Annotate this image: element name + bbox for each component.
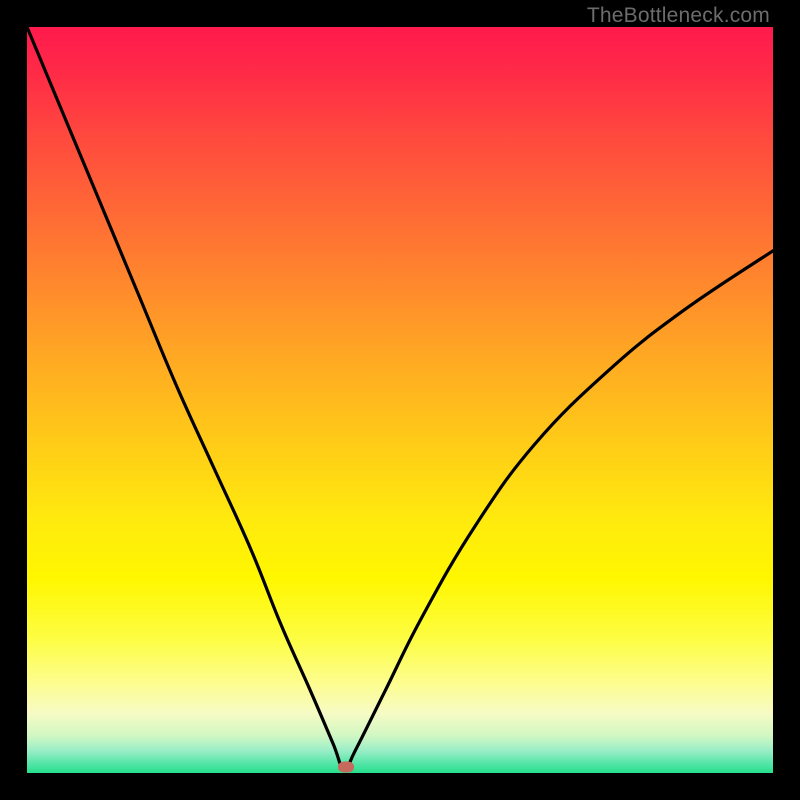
plot-area	[27, 27, 773, 773]
watermark-text: TheBottleneck.com	[587, 4, 770, 28]
bottleneck-curve	[27, 27, 773, 770]
chart-frame: TheBottleneck.com	[0, 0, 800, 800]
curve-layer	[27, 27, 773, 773]
min-point-marker	[338, 762, 354, 773]
